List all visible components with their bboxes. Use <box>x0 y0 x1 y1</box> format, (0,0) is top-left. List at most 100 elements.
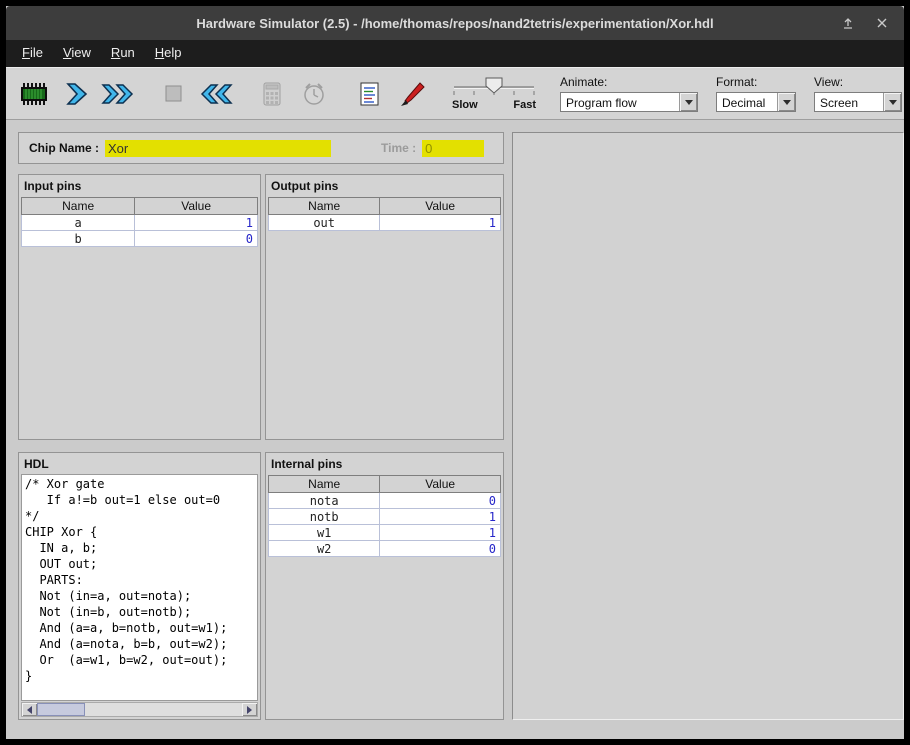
slider-thumb[interactable] <box>486 78 502 93</box>
scrollbar-thumb[interactable] <box>37 703 85 716</box>
paint-button[interactable] <box>394 74 430 114</box>
output-pins-table: Name Value out 1 <box>268 197 501 231</box>
view-dropdown-button[interactable] <box>883 93 901 111</box>
internal-pins-table: Name Value nota 0 notb 1 <box>268 475 501 557</box>
pin-name: a <box>22 215 135 231</box>
load-chip-button[interactable] <box>16 74 52 114</box>
format-combobox[interactable]: Decimal <box>716 92 796 112</box>
screen-view-panel <box>512 132 904 720</box>
close-button[interactable] <box>874 15 890 31</box>
pin-value: 1 <box>380 525 501 541</box>
pin-value[interactable]: 0 <box>135 231 258 247</box>
pin-name: out <box>269 215 380 231</box>
main-area: Chip Name : Time : Input pins Name Value <box>6 120 904 739</box>
clock-icon <box>300 80 328 108</box>
format-dropdown-button[interactable] <box>777 93 795 111</box>
format-group: Format: Decimal <box>716 75 796 112</box>
table-row[interactable]: out 1 <box>269 215 501 231</box>
script-icon <box>357 80 383 108</box>
chevron-down-icon <box>685 100 693 105</box>
column-header-name: Name <box>269 198 380 215</box>
pin-value: 0 <box>380 541 501 557</box>
single-step-icon <box>61 80 91 108</box>
chip-name-label: Chip Name : <box>29 141 99 155</box>
column-header-name: Name <box>22 198 135 215</box>
chip-name-bar: Chip Name : Time : <box>18 132 504 164</box>
clock-button[interactable] <box>296 74 332 114</box>
column-header-value: Value <box>380 198 501 215</box>
menu-item-label: View <box>63 45 91 60</box>
format-value: Decimal <box>717 93 777 111</box>
menu-item-label: Run <box>111 45 135 60</box>
paintbrush-icon <box>397 80 427 108</box>
animate-dropdown-button[interactable] <box>679 93 697 111</box>
stop-button[interactable] <box>156 74 192 114</box>
menu-item[interactable]: Run <box>101 40 145 67</box>
view-label: View: <box>814 75 902 89</box>
time-label: Time : <box>381 141 416 155</box>
animate-label: Animate: <box>560 75 698 89</box>
triangle-left-icon <box>27 706 32 714</box>
pin-name: w1 <box>269 525 380 541</box>
chip-name-input[interactable] <box>105 140 331 157</box>
menu-item[interactable]: Help <box>145 40 192 67</box>
output-pins-panel: Output pins Name Value out 1 <box>265 174 504 440</box>
code-line: Not (in=a, out=nota); <box>25 588 257 604</box>
close-icon <box>876 17 888 29</box>
animate-group: Animate: Program flow <box>560 75 698 112</box>
chip-icon <box>16 80 52 108</box>
maximize-button[interactable] <box>840 15 856 31</box>
chevron-down-icon <box>889 100 897 105</box>
code-line: */ <box>25 508 257 524</box>
scroll-right-button[interactable] <box>242 703 257 716</box>
titlebar[interactable]: Hardware Simulator (2.5) - /home/thomas/… <box>6 6 904 40</box>
table-row[interactable]: w1 1 <box>269 525 501 541</box>
pin-value[interactable]: 1 <box>135 215 258 231</box>
column-header-value: Value <box>135 198 258 215</box>
menu-item[interactable]: View <box>53 40 101 67</box>
hdl-code-view: /* Xor gate If a!=b out=1 else out=0 */ … <box>21 474 258 701</box>
run-button[interactable] <box>100 74 136 114</box>
animate-combobox[interactable]: Program flow <box>560 92 698 112</box>
code-line: OUT out; <box>25 556 257 572</box>
table-row[interactable]: w2 0 <box>269 541 501 557</box>
app-window: Hardware Simulator (2.5) - /home/thomas/… <box>6 6 904 739</box>
run-icon <box>100 80 136 108</box>
hdl-title: HDL <box>19 453 260 474</box>
internal-pins-panel: Internal pins Name Value nota 0 <box>265 452 504 720</box>
time-input <box>422 140 484 157</box>
chevron-down-icon <box>783 100 791 105</box>
maximize-icon <box>841 16 855 30</box>
internal-pins-title: Internal pins <box>266 453 503 474</box>
table-row[interactable]: nota 0 <box>269 493 501 509</box>
code-line: If a!=b out=1 else out=0 <box>25 492 257 508</box>
input-pins-title: Input pins <box>19 175 260 196</box>
pin-name: nota <box>269 493 380 509</box>
fast-label: Fast <box>513 99 536 111</box>
input-pins-table: Name Value a 1 b 0 <box>21 197 258 247</box>
table-row[interactable]: a 1 <box>22 215 258 231</box>
format-label: Format: <box>716 75 796 89</box>
code-line: } <box>25 668 257 684</box>
window-title: Hardware Simulator (2.5) - /home/thomas/… <box>6 16 904 31</box>
hdl-panel: HDL /* Xor gate If a!=b out=1 else out=0… <box>18 452 261 720</box>
table-row[interactable]: b 0 <box>22 231 258 247</box>
single-step-button[interactable] <box>58 74 94 114</box>
table-row[interactable]: notb 1 <box>269 509 501 525</box>
toolbar: Slow Fast Animate: Program flow Format: … <box>6 67 904 120</box>
view-hdl-button[interactable] <box>352 74 388 114</box>
menu-item[interactable]: File <box>12 40 53 67</box>
scrollbar-track[interactable] <box>37 703 242 716</box>
breakpoints-button[interactable] <box>254 74 290 114</box>
code-line: Not (in=b, out=notb); <box>25 604 257 620</box>
reset-button[interactable] <box>198 74 234 114</box>
view-combobox[interactable]: Screen <box>814 92 902 112</box>
scroll-left-button[interactable] <box>22 703 37 716</box>
view-group: View: Screen <box>814 75 902 112</box>
menubar: File View Run Help <box>6 40 904 67</box>
speed-slider-group: Slow Fast <box>452 76 536 111</box>
pin-name: b <box>22 231 135 247</box>
hdl-horizontal-scrollbar[interactable] <box>21 702 258 717</box>
pin-value: 1 <box>380 509 501 525</box>
speed-slider[interactable] <box>452 76 536 98</box>
